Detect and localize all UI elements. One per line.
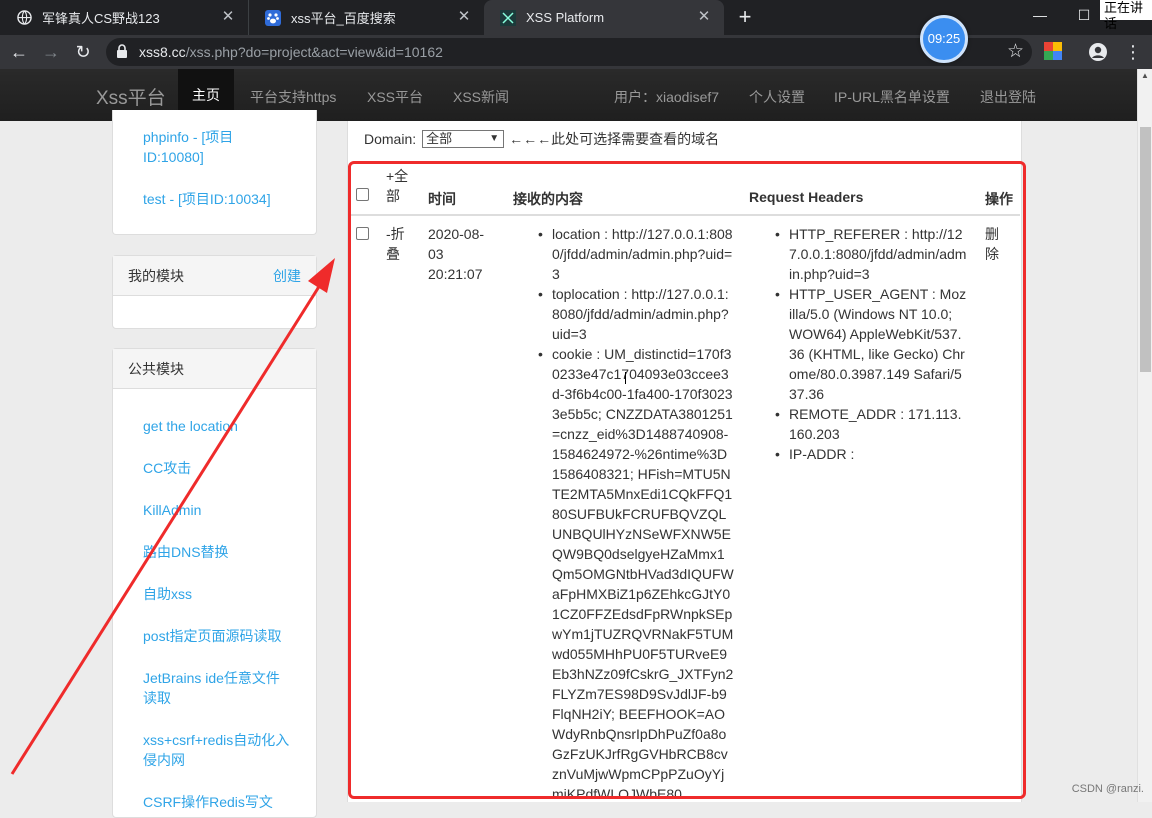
module-link[interactable]: post指定页面源码读取 (143, 626, 293, 646)
nav-user[interactable]: 用户：xiaodisef7 (614, 87, 719, 107)
content-item-cookie: cookie : UM_distinctid=170f30233e47c1704… (552, 344, 734, 804)
close-tab-icon[interactable]: ✕ (220, 9, 236, 25)
header-item-ip-addr: IP-ADDR : (789, 444, 969, 464)
my-modules-panel: 我的模块 创建 (112, 255, 317, 329)
delete-row-link[interactable]: 删除 (985, 224, 1001, 264)
url-text: xss8.cc/xss.php?do=project&act=view&id=1… (139, 44, 443, 60)
header-item-referer: HTTP_REFERER : http://127.0.0.1:8080/jfd… (789, 224, 969, 284)
nav-settings[interactable]: 个人设置 (749, 87, 805, 107)
menu-dots-icon[interactable]: ⋮ (1120, 40, 1146, 64)
received-content-list: location : http://127.0.0.1:8080/jfdd/ad… (552, 224, 734, 804)
domain-filter: Domain: 全部 ▼ ←←←此处可选择需要查看的域名 (364, 129, 719, 149)
module-link[interactable]: xss+csrf+redis自动化入侵内网 (143, 730, 293, 770)
project-link-phpinfo[interactable]: phpinfo - [项目ID:10080] (143, 127, 293, 167)
module-link[interactable]: JetBrains ide任意文件读取 (143, 668, 293, 708)
page-scrollbar[interactable]: ▲ (1137, 69, 1152, 802)
site-brand[interactable]: Xss平台 (96, 83, 166, 110)
domain-select[interactable]: 全部 ▼ (422, 130, 504, 148)
profile-icon[interactable] (1088, 42, 1108, 62)
module-link[interactable]: get the location (143, 416, 293, 436)
xss-platform-icon (500, 10, 516, 26)
public-modules-header: 公共模块 (113, 349, 316, 389)
url-host: xss8.cc (139, 44, 186, 60)
nav-xss-news[interactable]: XSS新闻 (453, 87, 509, 107)
project-link-test[interactable]: test - [项目ID:10034] (143, 189, 293, 209)
browser-tab-title: xss平台_百度搜索 (291, 8, 396, 27)
url-path: /xss.php?do=project&act=view&id=10162 (186, 44, 443, 60)
minimize-icon[interactable]: — (1020, 0, 1060, 35)
scroll-up-icon[interactable]: ▲ (1141, 71, 1149, 80)
nav-xss-platform[interactable]: XSS平台 (367, 87, 423, 107)
module-link[interactable]: 路由DNS替换 (143, 542, 293, 562)
close-tab-icon[interactable]: ✕ (696, 9, 712, 25)
create-module-link[interactable]: 创建 (273, 256, 301, 296)
select-all-checkbox[interactable] (356, 188, 369, 201)
bookmark-star-icon[interactable]: ☆ (1007, 40, 1024, 63)
domain-selected-value: 全部 (426, 131, 452, 146)
back-icon[interactable]: ← (6, 40, 32, 64)
browser-tab-title: XSS Platform (526, 10, 604, 25)
column-header-request-headers: Request Headers (749, 189, 863, 205)
my-modules-header: 我的模块 创建 (113, 256, 316, 296)
column-header-time: 时间 (428, 189, 456, 209)
module-link[interactable]: CC攻击 (143, 458, 293, 478)
request-headers-list: HTTP_REFERER : http://127.0.0.1:8080/jfd… (789, 224, 969, 464)
watermark: CSDN @ranzi. (1072, 783, 1144, 795)
row-time: 2020-08-03 20:21:07 (428, 224, 492, 284)
nav-blacklist[interactable]: IP-URL黑名单设置 (834, 87, 950, 107)
content-item-location: location : http://127.0.0.1:8080/jfdd/ad… (552, 224, 734, 284)
public-modules-title: 公共模块 (128, 361, 184, 377)
maximize-icon[interactable]: ☐ (1064, 0, 1104, 35)
module-link[interactable]: KillAdmin (143, 500, 293, 520)
header-item-remote-addr: REMOTE_ADDR : 171.113.160.203 (789, 404, 969, 444)
module-link[interactable]: 自助xss (143, 584, 293, 604)
nav-logout[interactable]: 退出登陆 (980, 87, 1036, 107)
browser-toolbar: ← → ↻ xss8.cc/xss.php?do=project&act=vie… (0, 35, 1152, 69)
forward-icon[interactable]: → (38, 40, 64, 64)
browser-tab-2[interactable]: xss平台_百度搜索 ✕ (248, 0, 484, 35)
nav-https[interactable]: 平台支持https (250, 87, 336, 107)
column-header-action: 操作 (985, 189, 1013, 209)
extension-icon[interactable] (1044, 42, 1064, 62)
my-modules-title: 我的模块 (128, 268, 184, 284)
module-link[interactable]: CSRF操作Redis写文 (143, 792, 293, 812)
speaking-indicator: 正在讲话 (1100, 0, 1152, 20)
reload-icon[interactable]: ↻ (70, 40, 96, 64)
browser-tab-title: 军锋真人CS野战123 (42, 8, 160, 27)
lock-icon (116, 44, 130, 60)
domain-label: Domain: (364, 131, 416, 147)
browser-tab-1[interactable]: 军锋真人CS野战123 ✕ (0, 0, 248, 35)
projects-panel: phpinfo - [项目ID:10080] test - [项目ID:1003… (112, 110, 317, 235)
header-divider (350, 214, 1020, 216)
globe-icon (16, 10, 32, 26)
fold-row-link[interactable]: -折叠 (386, 224, 410, 264)
column-header-content: 接收的内容 (513, 189, 583, 209)
text-cursor-icon (625, 372, 631, 384)
domain-hint: ←←←此处可选择需要查看的域名 (509, 129, 719, 149)
new-tab-icon[interactable]: + (732, 4, 758, 30)
close-tab-icon[interactable]: ✕ (456, 9, 472, 25)
browser-tab-strip: 军锋真人CS野战123 ✕ xss平台_百度搜索 ✕ XSS Platform … (0, 0, 1152, 35)
row-checkbox[interactable] (356, 227, 369, 240)
clock-badge: 09:25 (920, 15, 968, 63)
public-modules-panel: 公共模块 get the location CC攻击 KillAdmin 路由D… (112, 348, 317, 818)
scrollbar-thumb[interactable] (1140, 127, 1151, 372)
expand-all-link[interactable]: +全部 (386, 166, 416, 206)
chevron-down-icon: ▼ (489, 131, 499, 147)
paw-icon (265, 10, 281, 26)
address-bar[interactable]: xss8.cc/xss.php?do=project&act=view&id=1… (106, 38, 1032, 66)
header-item-user-agent: HTTP_USER_AGENT : Mozilla/5.0 (Windows N… (789, 284, 969, 404)
content-item-toplocation: toplocation : http://127.0.0.1:8080/jfdd… (552, 284, 734, 344)
browser-tab-3-active[interactable]: XSS Platform ✕ (484, 0, 724, 35)
